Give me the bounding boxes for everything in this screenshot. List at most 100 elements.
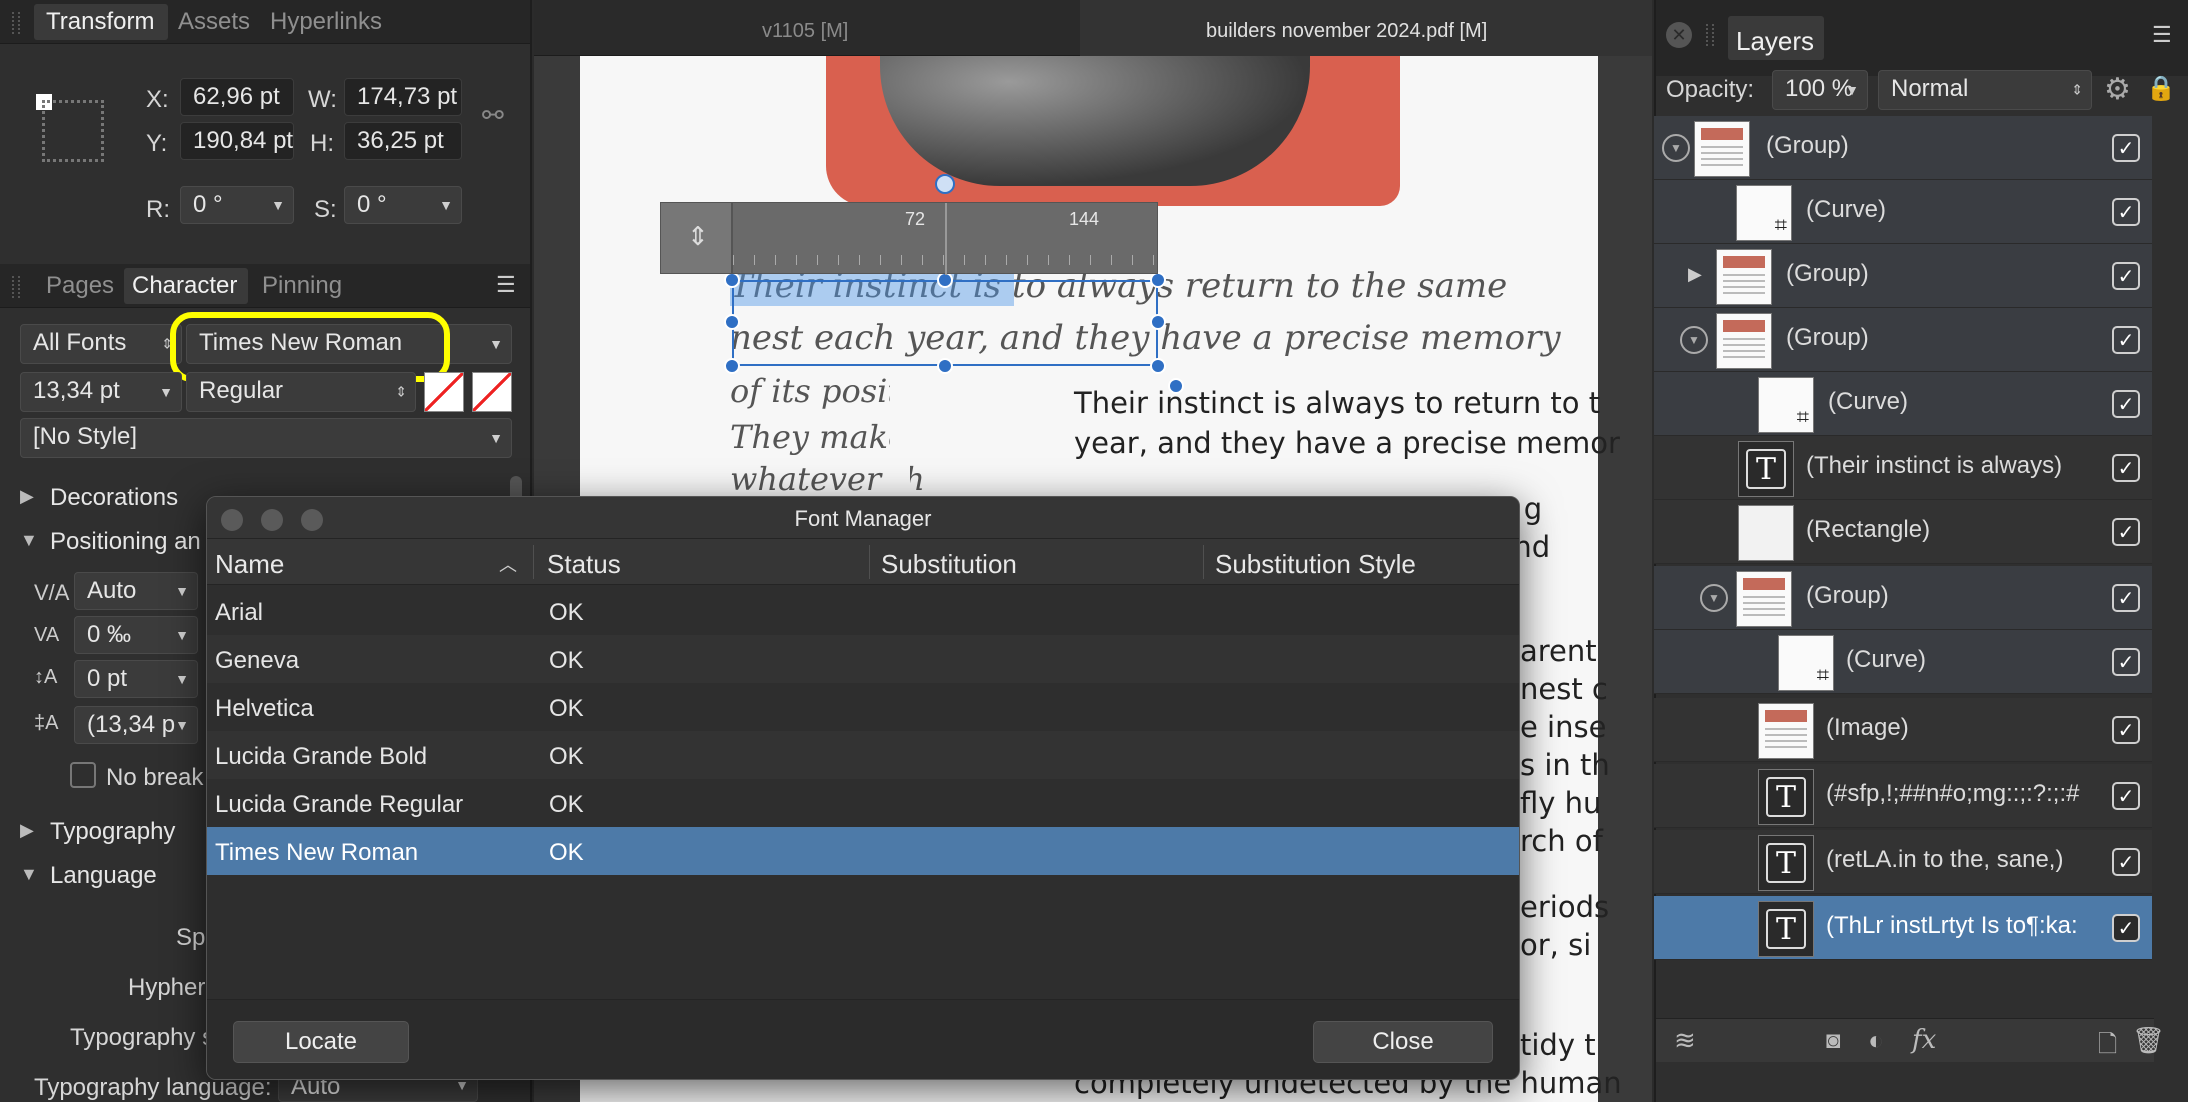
- column-header-substitution-style[interactable]: Substitution Style: [1215, 549, 1416, 580]
- visibility-checkbox[interactable]: ✓: [2112, 782, 2140, 810]
- fx-icon[interactable]: fx: [1912, 1025, 1936, 1055]
- fill-color-swatch[interactable]: [424, 372, 464, 412]
- doc-tab-right[interactable]: builders november 2024.pdf [M]: [1206, 20, 1487, 43]
- anchor-selector[interactable]: [32, 90, 114, 172]
- tab-pinning[interactable]: Pinning: [262, 272, 342, 300]
- visibility-checkbox[interactable]: ✓: [2112, 584, 2140, 612]
- locate-button[interactable]: Locate: [233, 1021, 409, 1063]
- visibility-checkbox[interactable]: ✓: [2112, 326, 2140, 354]
- layer-row[interactable]: ▶ (Group) ✓: [1654, 244, 2152, 308]
- tab-assets[interactable]: Assets: [178, 8, 250, 36]
- visibility-checkbox[interactable]: ✓: [2112, 914, 2140, 942]
- font-style-dropdown[interactable]: Regular ⇕: [186, 372, 416, 412]
- table-row[interactable]: Lucida Grande Bold OK: [207, 731, 1519, 779]
- stroke-color-swatch[interactable]: [472, 372, 512, 412]
- layer-row[interactable]: T (retLA.in to the, sane,) ✓: [1654, 830, 2152, 894]
- leading-field[interactable]: (13,34 p ▼: [74, 706, 198, 744]
- baseline-field[interactable]: 0 pt ▼: [74, 660, 198, 698]
- paragraph-style-dropdown[interactable]: [No Style] ▼: [20, 418, 512, 458]
- panel-grip-icon[interactable]: [12, 276, 20, 298]
- selection-handle[interactable]: [724, 314, 740, 330]
- layer-row[interactable]: ▼ (Group) ✓: [1654, 308, 2152, 372]
- disclosure-right-icon[interactable]: ▶: [1688, 264, 1702, 285]
- visibility-checkbox[interactable]: ✓: [2112, 134, 2140, 162]
- blend-mode-dropdown[interactable]: Normal ⇕: [1878, 70, 2092, 110]
- visibility-checkbox[interactable]: ✓: [2112, 390, 2140, 418]
- tab-transform[interactable]: Transform: [46, 8, 154, 36]
- disclosure-down-icon[interactable]: ▼: [20, 530, 38, 551]
- kerning-field[interactable]: Auto ▼: [74, 572, 198, 610]
- table-row-selected[interactable]: Times New Roman OK: [207, 827, 1519, 875]
- layer-row[interactable]: T (Their instinct is always) ✓: [1654, 436, 2152, 500]
- h-field[interactable]: 36,25 pt: [344, 122, 462, 160]
- close-button[interactable]: Close: [1313, 1021, 1493, 1063]
- visibility-checkbox[interactable]: ✓: [2112, 648, 2140, 676]
- selection-handle[interactable]: [1150, 272, 1166, 288]
- table-row[interactable]: Helvetica OK: [207, 683, 1519, 731]
- adjustment-icon[interactable]: ◐: [1868, 1025, 1884, 1056]
- table-row[interactable]: Arial OK: [207, 587, 1519, 635]
- y-field[interactable]: 190,84 pt: [180, 122, 294, 160]
- trash-icon[interactable]: 🗑: [2132, 1025, 2165, 1056]
- column-header-substitution[interactable]: Substitution: [881, 549, 1017, 580]
- rotation-field[interactable]: 0 ° ▼: [180, 186, 294, 224]
- close-panel-icon[interactable]: ✕: [1666, 22, 1692, 48]
- opacity-dropdown[interactable]: 100 % ▼: [1772, 70, 1868, 110]
- layer-row[interactable]: (Image) ✓: [1654, 698, 2152, 762]
- selection-box[interactable]: [732, 280, 1158, 366]
- disclosure-right-icon[interactable]: ▶: [20, 486, 34, 507]
- visibility-checkbox[interactable]: ✓: [2112, 454, 2140, 482]
- column-separator[interactable]: [869, 545, 870, 579]
- disclosure-down-icon[interactable]: ▼: [1700, 584, 1728, 612]
- dialog-titlebar[interactable]: Font Manager: [207, 497, 1519, 539]
- layer-row-selected[interactable]: T (ThLr instLrtyt Is to¶:ka: ✓: [1654, 896, 2152, 960]
- panel-grip-icon[interactable]: [12, 12, 20, 34]
- selection-handle[interactable]: [1150, 314, 1166, 330]
- table-row[interactable]: Lucida Grande Regular OK: [207, 779, 1519, 827]
- add-layer-icon[interactable]: 🗋: [2098, 1027, 2117, 1068]
- layers-stack-icon[interactable]: ≋: [1674, 1025, 1696, 1056]
- layer-row[interactable]: (Curve) ✓: [1654, 180, 2152, 244]
- layer-row[interactable]: ▼ (Group) ✓: [1654, 566, 2152, 630]
- column-separator[interactable]: [1203, 545, 1204, 579]
- tab-pages[interactable]: Pages: [46, 272, 114, 300]
- doc-tab-left[interactable]: v1105 [M]: [762, 20, 848, 43]
- disclosure-down-icon[interactable]: ▼: [1662, 134, 1690, 162]
- selection-handle[interactable]: [724, 272, 740, 288]
- column-separator[interactable]: [533, 545, 534, 579]
- layer-row[interactable]: (Curve) ✓: [1654, 372, 2152, 436]
- layer-row[interactable]: T (#sfp,!;##n#o;mg::;:?:;:# ✓: [1654, 764, 2152, 828]
- disclosure-down-icon[interactable]: ▼: [1680, 326, 1708, 354]
- selection-handle[interactable]: [1150, 358, 1166, 374]
- gear-icon[interactable]: ⚙: [2104, 72, 2131, 107]
- layer-row[interactable]: (Curve) ✓: [1654, 630, 2152, 694]
- tab-hyperlinks[interactable]: Hyperlinks: [270, 8, 382, 36]
- layer-row[interactable]: ▼ (Group) ✓: [1654, 116, 2152, 180]
- panel-menu-icon[interactable]: ☰: [496, 272, 516, 298]
- visibility-checkbox[interactable]: ✓: [2112, 518, 2140, 546]
- visibility-checkbox[interactable]: ✓: [2112, 198, 2140, 226]
- tab-layers[interactable]: Layers: [1736, 26, 1814, 57]
- visibility-checkbox[interactable]: ✓: [2112, 262, 2140, 290]
- selection-handle[interactable]: [724, 358, 740, 374]
- visibility-checkbox[interactable]: ✓: [2112, 716, 2140, 744]
- x-field[interactable]: 62,96 pt: [180, 78, 294, 116]
- disclosure-right-icon[interactable]: ▶: [20, 820, 34, 841]
- font-size-dropdown[interactable]: 13,34 pt ▼: [20, 372, 182, 412]
- shear-field[interactable]: 0 ° ▼: [344, 186, 462, 224]
- w-field[interactable]: 174,73 pt: [344, 78, 462, 116]
- column-header-name[interactable]: Name: [215, 549, 284, 580]
- panel-grip-icon[interactable]: [1706, 24, 1714, 46]
- column-header-status[interactable]: Status: [547, 549, 621, 580]
- disclosure-down-icon[interactable]: ▼: [20, 864, 38, 885]
- table-row[interactable]: Geneva OK: [207, 635, 1519, 683]
- no-break-checkbox[interactable]: [70, 762, 96, 788]
- selection-handle[interactable]: [937, 358, 953, 374]
- mask-icon[interactable]: ◙: [1826, 1027, 1841, 1055]
- sort-ascending-icon[interactable]: ︿: [499, 551, 517, 577]
- link-icon[interactable]: ⚯: [482, 100, 504, 131]
- layer-row[interactable]: (Rectangle) ✓: [1654, 500, 2152, 564]
- text-ruler[interactable]: 72 144: [732, 202, 1158, 275]
- ruler-tab-handle[interactable]: ⇕: [660, 202, 732, 274]
- lock-icon[interactable]: 🔒: [2146, 74, 2176, 103]
